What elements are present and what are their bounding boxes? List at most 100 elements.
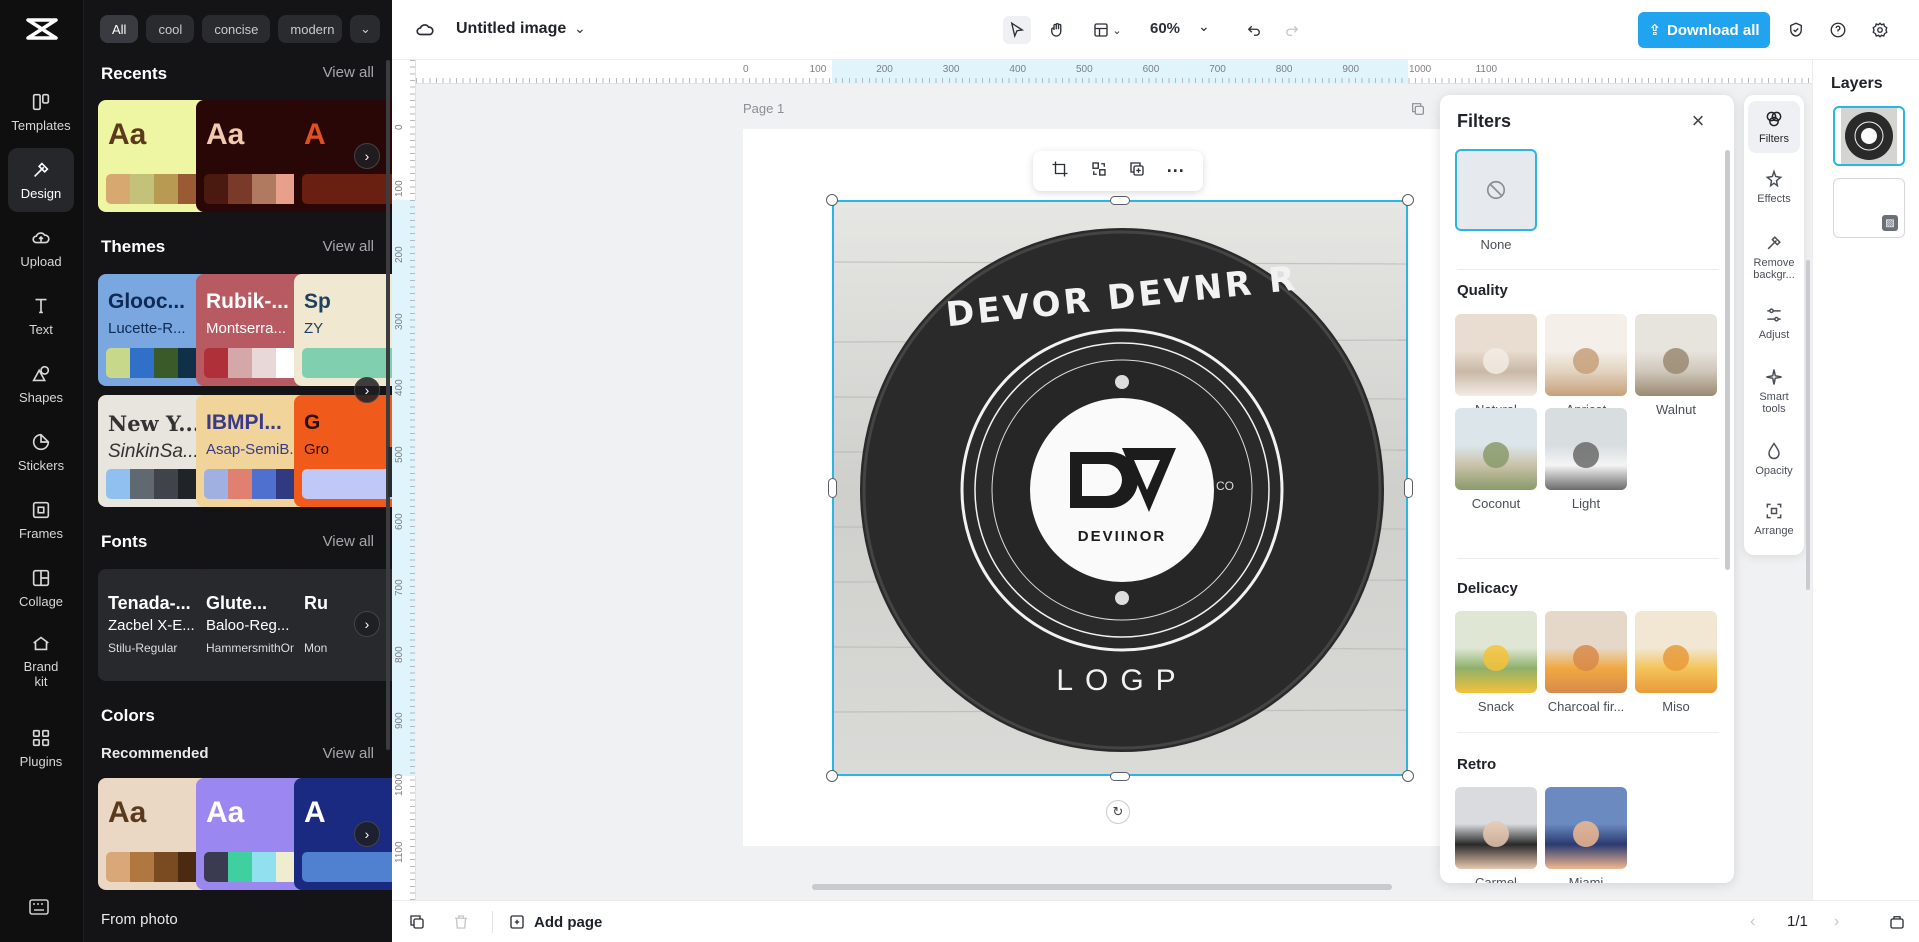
filter-thumbnail[interactable]	[1635, 611, 1717, 693]
theme-card[interactable]: Rubik-... Montserra...	[196, 274, 308, 386]
colors-next-arrow-icon[interactable]: ›	[354, 821, 380, 847]
tool-scrollbar[interactable]	[1806, 260, 1810, 590]
select-tool-icon[interactable]	[1003, 16, 1031, 44]
rail-frames[interactable]: Frames	[8, 488, 74, 552]
cloud-save-icon[interactable]	[414, 18, 436, 45]
canvas-horizontal-scrollbar[interactable]	[812, 884, 1392, 890]
layer-image-thumb[interactable]	[1833, 106, 1905, 166]
rail-brand-kit[interactable]: Brand kit	[8, 624, 74, 698]
filter-thumbnail[interactable]	[1545, 611, 1627, 693]
rail-collage[interactable]: Collage	[8, 556, 74, 620]
prev-page-icon[interactable]: ‹	[1750, 913, 1755, 931]
fonts-view-all[interactable]: View all	[323, 533, 374, 550]
rail-design[interactable]: Design	[8, 148, 74, 212]
layout-tool-icon[interactable]: ⌄	[1087, 16, 1127, 44]
fonts-next-arrow-icon[interactable]: ›	[354, 611, 380, 637]
filter-thumbnail[interactable]	[1545, 314, 1627, 396]
more-options-icon[interactable]: ···	[1167, 161, 1185, 182]
themes-next-arrow-icon[interactable]: ›	[354, 377, 380, 403]
filters-scrollbar[interactable]	[1725, 150, 1730, 570]
replace-image-icon[interactable]	[1090, 160, 1108, 183]
redo-icon[interactable]	[1278, 16, 1306, 44]
rail-stickers[interactable]: Stickers	[8, 420, 74, 484]
capcut-logo-icon[interactable]	[22, 14, 62, 44]
page-copy-icon[interactable]	[408, 913, 426, 936]
shield-icon[interactable]	[1782, 16, 1810, 44]
tool-arrange[interactable]: Arrange	[1748, 501, 1800, 537]
filter-thumbnail[interactable]	[1545, 408, 1627, 490]
zoom-chevron-down-icon[interactable]: ⌄	[1198, 18, 1210, 35]
resize-handle-right[interactable]	[1404, 478, 1413, 498]
tool-effects[interactable]: Effects	[1748, 169, 1800, 205]
chip-modern[interactable]: modern	[278, 15, 343, 43]
rail-plugins[interactable]: Plugins	[8, 716, 74, 780]
brand-kit-icon	[33, 636, 49, 651]
color-palette-card[interactable]: Aa	[196, 778, 308, 890]
add-page-button[interactable]: Add page	[508, 913, 602, 931]
recent-palette-card[interactable]: Aa	[196, 100, 308, 212]
close-icon[interactable]: ×	[1686, 108, 1710, 133]
rail-upload[interactable]: Upload	[8, 216, 74, 280]
font-pairing-card[interactable]: Tenada-... Zacbel X-E... Stilu-Regular	[98, 569, 210, 681]
theme-card[interactable]: IBMPl... Asap-SemiB...	[196, 395, 308, 507]
filter-thumbnail[interactable]	[1455, 611, 1537, 693]
from-photo-label[interactable]: From photo	[101, 911, 178, 928]
resize-handle-bottom[interactable]	[1110, 772, 1130, 781]
filter-thumbnail[interactable]	[1455, 408, 1537, 490]
themes-view-all[interactable]: View all	[323, 238, 374, 255]
zoom-level[interactable]: 60%	[1150, 20, 1180, 37]
help-icon[interactable]	[1824, 16, 1852, 44]
chips-more-button[interactable]: ⌄	[350, 15, 381, 43]
font-pairing-card[interactable]: Glute... Baloo-Reg... HammersmithOn...	[196, 569, 308, 681]
document-title[interactable]: Untitled image	[456, 20, 566, 38]
page-duplicate-icon[interactable]	[1410, 101, 1426, 122]
tool-smart-tools[interactable]: Smart tools	[1748, 367, 1800, 415]
crop-icon[interactable]	[1051, 160, 1069, 183]
resize-handle-bl[interactable]	[826, 770, 838, 782]
tool-filters[interactable]: Filters	[1748, 101, 1800, 154]
undo-icon[interactable]	[1240, 16, 1268, 44]
keyboard-icon[interactable]	[28, 898, 50, 921]
canvas-image[interactable]: DEVOR DEVNR R DEVIINOR CO LOGP	[832, 200, 1408, 776]
filter-none[interactable]	[1455, 149, 1537, 231]
recents-view-all[interactable]: View all	[323, 64, 374, 81]
title-chevron-down-icon[interactable]: ⌄	[574, 20, 586, 37]
resize-handle-left[interactable]	[828, 478, 837, 498]
tool-adjust[interactable]: Adjust	[1748, 305, 1800, 341]
duplicate-icon[interactable]	[1128, 160, 1146, 183]
theme-card[interactable]: Sp ZY	[294, 274, 392, 386]
filter-subject	[1483, 348, 1509, 374]
tool-remove-background[interactable]: Remove backgr...	[1748, 233, 1800, 281]
rotate-icon[interactable]: ↻	[1106, 800, 1130, 824]
rail-text[interactable]: Text	[8, 284, 74, 348]
theme-card[interactable]: New Y... SinkinSa...	[98, 395, 210, 507]
color-palette-card[interactable]: Aa	[98, 778, 210, 890]
rail-templates[interactable]: Templates	[8, 80, 74, 144]
filter-thumbnail[interactable]	[1545, 787, 1627, 869]
recent-palette-card[interactable]: Aa	[98, 100, 210, 212]
resize-handle-br[interactable]	[1402, 770, 1414, 782]
resize-handle-tr[interactable]	[1402, 194, 1414, 206]
chip-all[interactable]: All	[100, 15, 139, 43]
tool-opacity[interactable]: Opacity	[1748, 441, 1800, 477]
settings-gear-icon[interactable]	[1866, 16, 1894, 44]
filter-thumbnail[interactable]	[1455, 314, 1537, 396]
resize-handle-tl[interactable]	[826, 194, 838, 206]
next-page-icon[interactable]: ›	[1834, 913, 1839, 931]
panel-scrollbar[interactable]	[386, 60, 390, 750]
chip-concise[interactable]: concise	[202, 15, 271, 43]
delete-page-icon[interactable]	[452, 913, 470, 936]
recents-next-arrow-icon[interactable]: ›	[354, 143, 380, 169]
layers-toggle-icon[interactable]	[1888, 913, 1906, 936]
theme-card[interactable]: G Gro	[294, 395, 392, 507]
download-all-button[interactable]: ⇪ Download all	[1638, 12, 1770, 48]
theme-card[interactable]: Glooc... Lucette-R...	[98, 274, 210, 386]
resize-handle-top[interactable]	[1110, 196, 1130, 205]
filter-thumbnail[interactable]	[1455, 787, 1537, 869]
hand-tool-icon[interactable]	[1043, 16, 1071, 44]
rail-shapes[interactable]: Shapes	[8, 352, 74, 416]
chip-cool[interactable]: cool	[146, 15, 195, 43]
filter-thumbnail[interactable]	[1635, 314, 1717, 396]
colors-view-all[interactable]: View all	[323, 745, 374, 762]
layer-background-thumb[interactable]: ▨	[1833, 178, 1905, 238]
